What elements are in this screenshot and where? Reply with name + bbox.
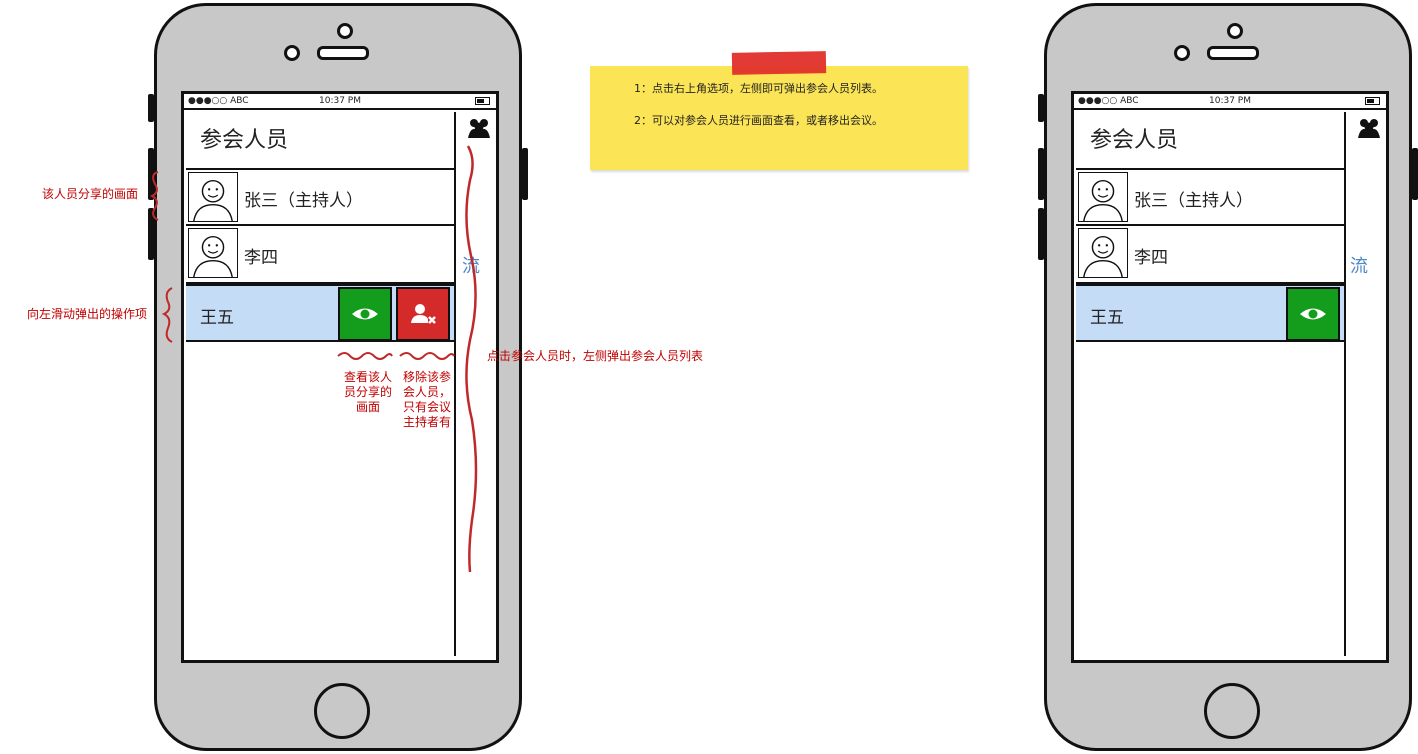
annotation-view-button: 查看该人 员分享的 画面 [340, 370, 396, 415]
annotation-participants-click: 点击参会人员时，左侧弹出参会人员列表 [487, 349, 704, 363]
annotation-line: 员分享的 [343, 385, 392, 399]
annotation-line: 主持者有 [403, 415, 452, 429]
annotation-marks [149, 145, 478, 573]
annotation-line: 画面 [355, 400, 380, 414]
annotation-line: 查看该人 [343, 370, 392, 384]
annotation-line: 会人员， [403, 385, 452, 399]
annotation-line: 只有会议 [403, 400, 452, 414]
annotation-swipe-actions: 向左滑动弹出的操作项 [27, 307, 148, 321]
annotation-shared-screen: 该人员分享的画面 [42, 187, 139, 201]
annotation-remove-button: 移除该参 会人员， 只有会议 主持者有 [403, 370, 459, 430]
annotation-line: 移除该参 [403, 370, 452, 384]
